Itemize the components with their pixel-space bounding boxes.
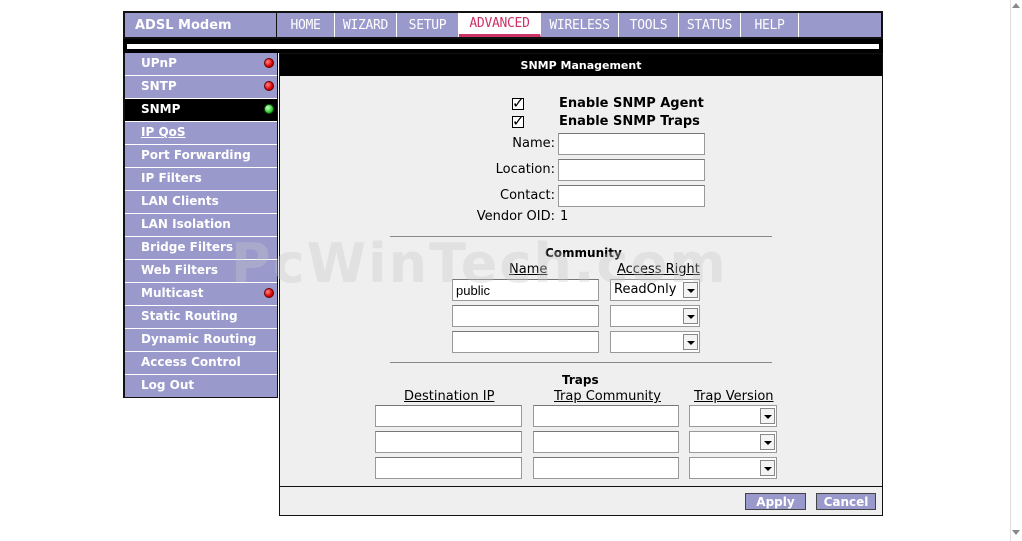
tab-setup[interactable]: SETUP bbox=[397, 13, 459, 37]
page-title: SNMP Management bbox=[280, 54, 882, 76]
enable-agent-checkbox[interactable] bbox=[512, 94, 525, 112]
community-name-column: Name bbox=[509, 262, 548, 277]
tab-status[interactable]: STATUS bbox=[679, 13, 741, 37]
traps-heading: Traps bbox=[562, 373, 599, 387]
divider bbox=[390, 236, 772, 237]
trap-destination-input[interactable] bbox=[375, 405, 522, 427]
chevron-down-icon bbox=[760, 434, 775, 450]
sidebar-item-log-out[interactable]: Log Out bbox=[125, 375, 277, 397]
vendor-oid-label: Vendor OID: bbox=[476, 209, 555, 224]
tab-tools[interactable]: TOOLS bbox=[619, 13, 679, 37]
name-label: Name: bbox=[512, 136, 555, 151]
sidebar: UPnP SNTP SNMP IP QoS Port Forwarding IP… bbox=[123, 53, 278, 398]
sidebar-item-ip-qos[interactable]: IP QoS bbox=[125, 122, 277, 144]
access-right-select[interactable]: ReadOnly bbox=[610, 279, 700, 301]
name-field[interactable] bbox=[558, 133, 705, 155]
sidebar-item-label: Dynamic Routing bbox=[141, 332, 257, 346]
sidebar-item-label: LAN Clients bbox=[141, 194, 219, 208]
sidebar-item-static-routing[interactable]: Static Routing bbox=[125, 306, 277, 328]
sidebar-item-lan-isolation[interactable]: LAN Isolation bbox=[125, 214, 277, 236]
community-name-input[interactable] bbox=[452, 305, 599, 327]
tab-home[interactable]: HOME bbox=[277, 13, 335, 37]
sidebar-item-label: Log Out bbox=[141, 378, 195, 392]
community-name-input[interactable] bbox=[452, 279, 599, 301]
status-red-icon bbox=[264, 81, 274, 91]
chevron-down-icon bbox=[760, 408, 775, 424]
trap-destination-column: Destination IP bbox=[404, 389, 495, 404]
tab-wizard[interactable]: WIZARD bbox=[335, 13, 397, 37]
chevron-down-icon bbox=[683, 282, 698, 298]
access-right-select[interactable] bbox=[610, 331, 700, 353]
enable-agent-label: Enable SNMP Agent bbox=[559, 96, 704, 111]
sidebar-item-label: SNTP bbox=[141, 79, 177, 93]
tab-advanced[interactable]: ADVANCED bbox=[459, 13, 541, 37]
sidebar-item-label: Access Control bbox=[141, 355, 241, 369]
tab-wireless[interactable]: WIRELESS bbox=[541, 13, 619, 37]
trap-version-select[interactable] bbox=[689, 457, 777, 479]
scrollbar[interactable] bbox=[1010, 0, 1022, 541]
trap-version-select[interactable] bbox=[689, 405, 777, 427]
scroll-down-icon[interactable] bbox=[1012, 530, 1020, 535]
access-right-value: ReadOnly bbox=[614, 282, 677, 297]
apply-button[interactable]: Apply bbox=[745, 493, 806, 510]
sidebar-item-label: Bridge Filters bbox=[141, 240, 234, 254]
cancel-button[interactable]: Cancel bbox=[816, 493, 876, 510]
sidebar-item-label: Multicast bbox=[141, 286, 204, 300]
community-heading: Community bbox=[545, 246, 622, 260]
contact-field[interactable] bbox=[558, 185, 705, 207]
header-divider-inner bbox=[127, 44, 879, 49]
enable-traps-label: Enable SNMP Traps bbox=[559, 114, 700, 129]
button-bar: Apply Cancel bbox=[280, 486, 882, 515]
divider bbox=[390, 362, 772, 363]
community-name-input[interactable] bbox=[452, 331, 599, 353]
sidebar-item-label: Static Routing bbox=[141, 309, 238, 323]
trap-destination-input[interactable] bbox=[375, 457, 522, 479]
enable-traps-checkbox[interactable] bbox=[512, 112, 525, 130]
sidebar-item-upnp[interactable]: UPnP bbox=[125, 53, 277, 75]
sidebar-item-snmp[interactable]: SNMP bbox=[125, 99, 277, 121]
sidebar-item-web-filters[interactable]: Web Filters bbox=[125, 260, 277, 282]
chevron-down-icon bbox=[683, 308, 698, 324]
trap-community-input[interactable] bbox=[533, 457, 679, 479]
trap-destination-input[interactable] bbox=[375, 431, 522, 453]
sidebar-item-sntp[interactable]: SNTP bbox=[125, 76, 277, 98]
status-green-icon bbox=[264, 104, 274, 114]
sidebar-item-dynamic-routing[interactable]: Dynamic Routing bbox=[125, 329, 277, 351]
location-field[interactable] bbox=[558, 159, 705, 181]
community-access-column: Access Right bbox=[617, 262, 700, 277]
sidebar-item-bridge-filters[interactable]: Bridge Filters bbox=[125, 237, 277, 259]
vendor-oid-value: 1 bbox=[560, 209, 569, 224]
trap-community-column: Trap Community bbox=[554, 389, 661, 404]
status-red-icon bbox=[264, 58, 274, 68]
trap-community-input[interactable] bbox=[533, 431, 679, 453]
sidebar-item-label: Web Filters bbox=[141, 263, 219, 277]
sidebar-item-label: SNMP bbox=[141, 102, 181, 116]
scroll-up-icon[interactable] bbox=[1012, 3, 1020, 8]
trap-version-column: Trap Version bbox=[694, 389, 774, 404]
brand-title: ADSL Modem bbox=[123, 11, 278, 39]
location-label: Location: bbox=[495, 162, 555, 177]
sidebar-item-ip-filters[interactable]: IP Filters bbox=[125, 168, 277, 190]
tab-help[interactable]: HELP bbox=[741, 13, 799, 37]
sidebar-item-label: IP Filters bbox=[141, 171, 202, 185]
chevron-down-icon bbox=[760, 460, 775, 476]
sidebar-item-access-control[interactable]: Access Control bbox=[125, 352, 277, 374]
sidebar-item-label: UPnP bbox=[141, 56, 177, 70]
chevron-down-icon bbox=[683, 334, 698, 350]
sidebar-item-lan-clients[interactable]: LAN Clients bbox=[125, 191, 277, 213]
sidebar-item-label: LAN Isolation bbox=[141, 217, 231, 231]
status-red-icon bbox=[264, 288, 274, 298]
contact-label: Contact: bbox=[500, 188, 555, 203]
main-panel: SNMP Management Enable SNMP Agent Enable… bbox=[279, 53, 883, 516]
access-right-select[interactable] bbox=[610, 305, 700, 327]
trap-community-input[interactable] bbox=[533, 405, 679, 427]
sidebar-item-label: Port Forwarding bbox=[141, 148, 251, 162]
sidebar-item-label: IP QoS bbox=[141, 125, 186, 139]
trap-version-select[interactable] bbox=[689, 431, 777, 453]
sidebar-item-port-forwarding[interactable]: Port Forwarding bbox=[125, 145, 277, 167]
top-nav: HOME WIZARD SETUP ADVANCED WIRELESS TOOL… bbox=[277, 11, 883, 39]
sidebar-item-multicast[interactable]: Multicast bbox=[125, 283, 277, 305]
